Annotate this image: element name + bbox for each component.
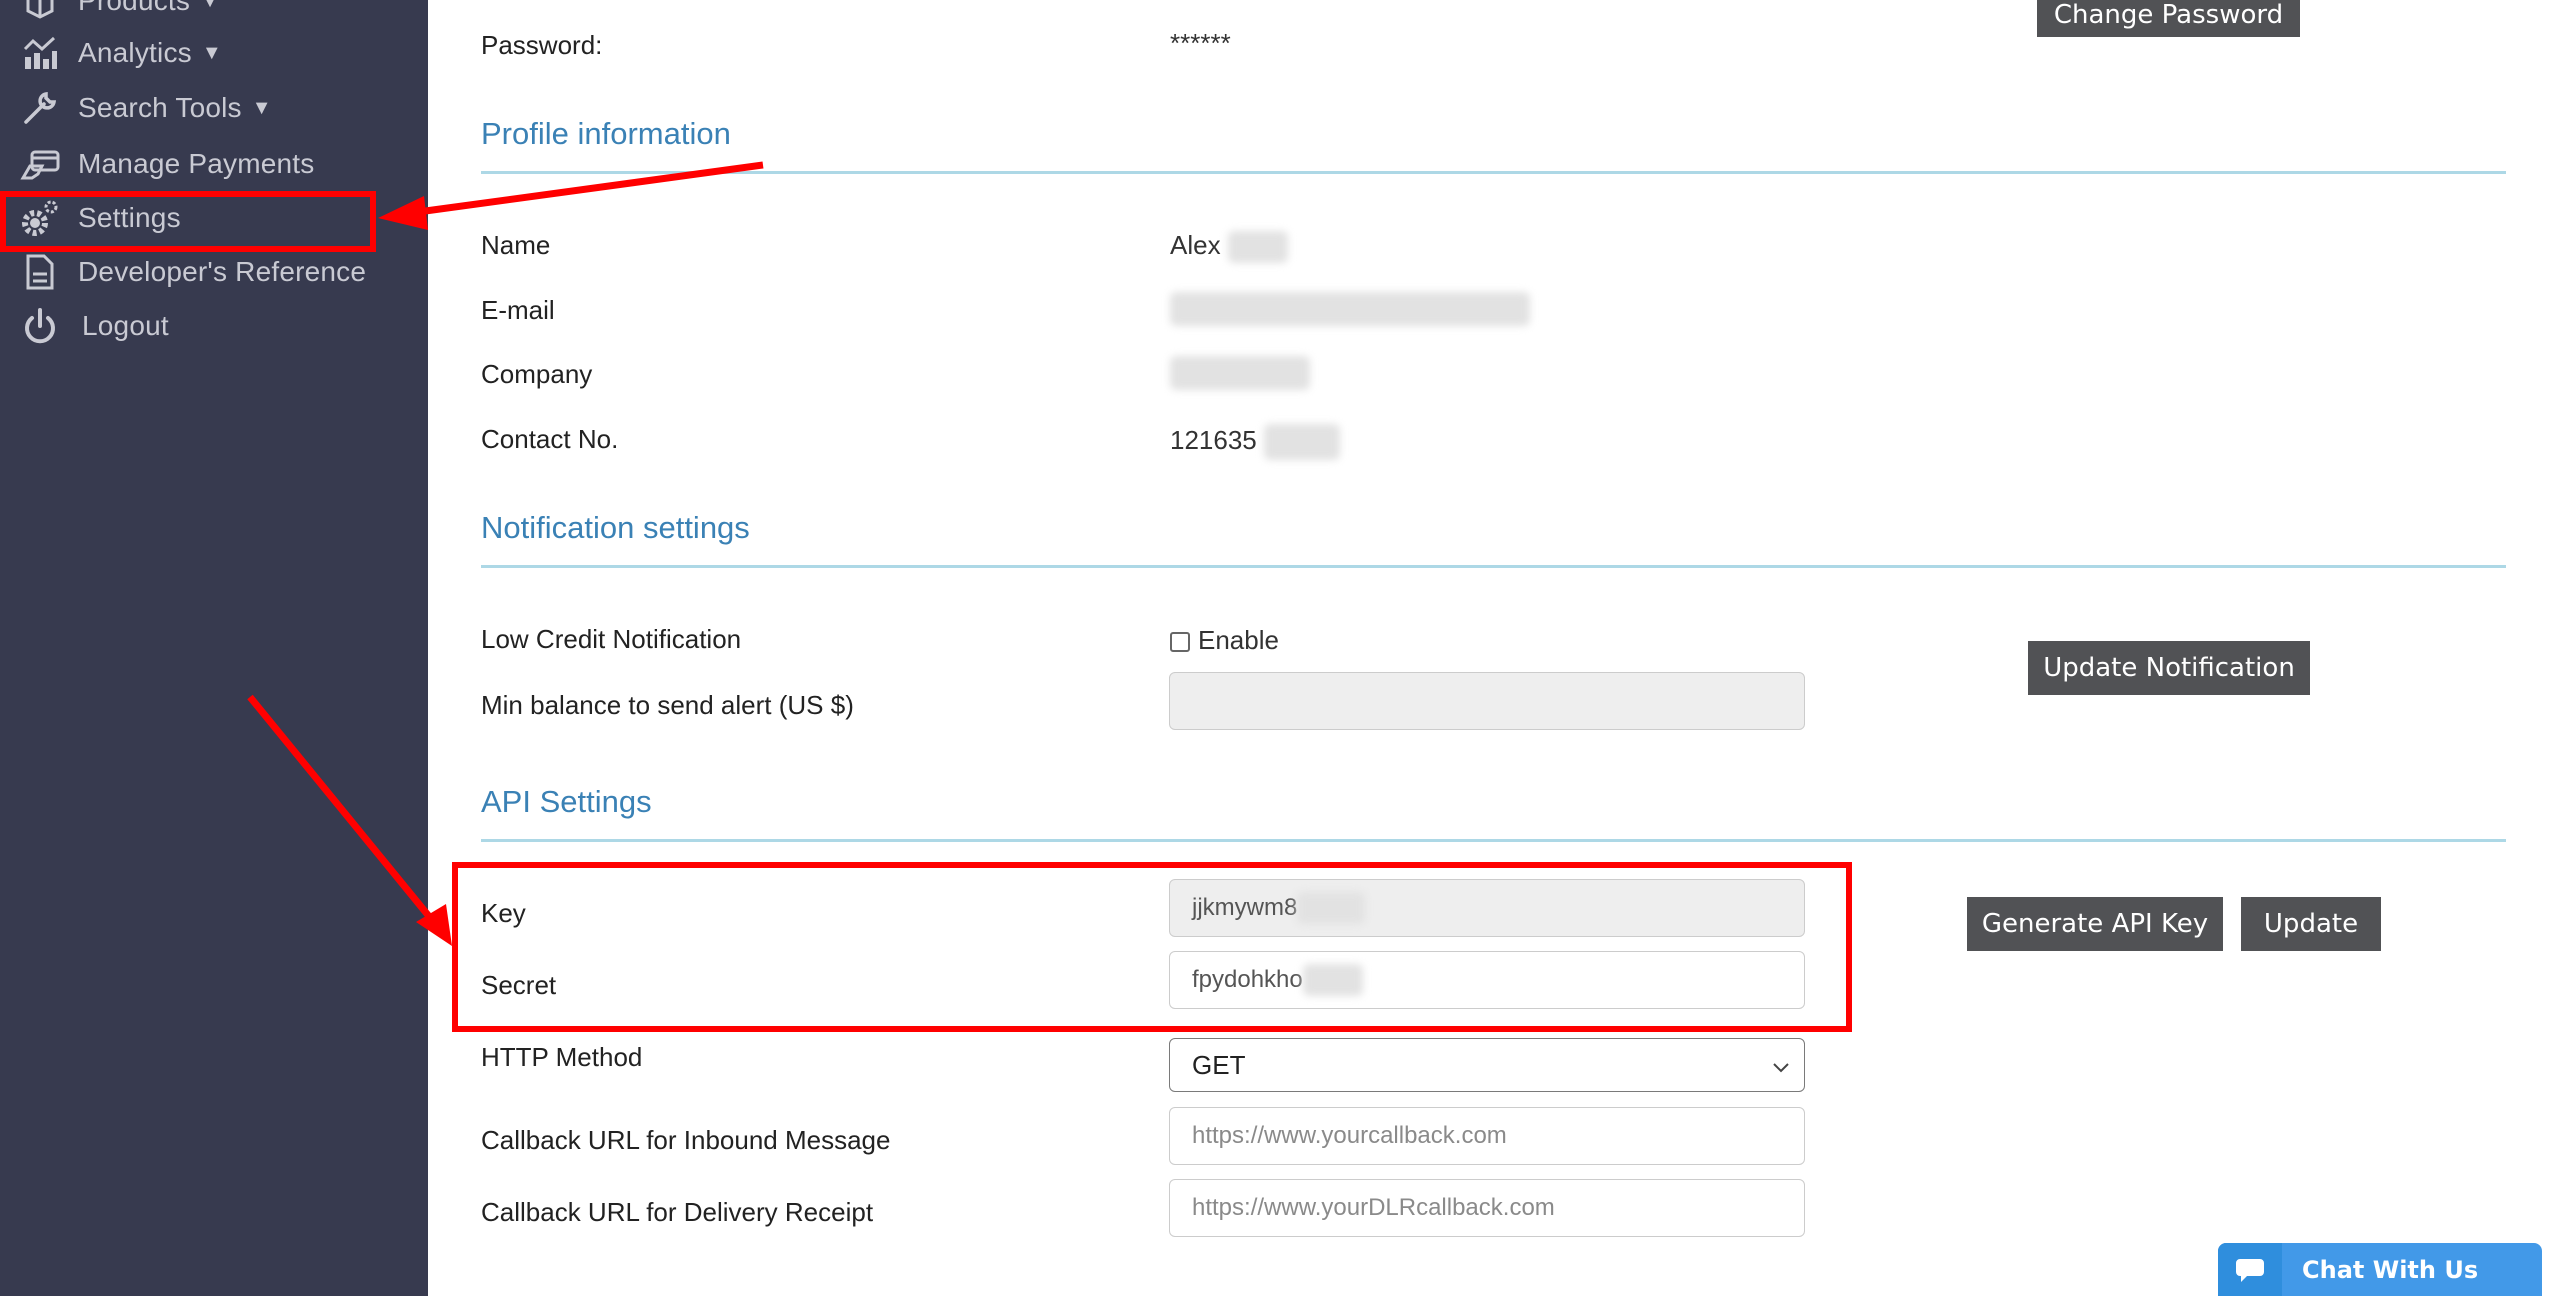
- api-secret-text: fpydohkho: [1192, 966, 1303, 993]
- contact-value: 121635: [1170, 424, 1340, 460]
- box-icon: [18, 0, 62, 23]
- caret-down-icon: ▼: [251, 96, 272, 119]
- sidebar-item-manage-payments[interactable]: Manage Payments: [0, 137, 428, 191]
- document-icon: [18, 250, 62, 294]
- contact-text: 121635: [1170, 424, 1257, 455]
- gears-icon: [18, 196, 62, 240]
- enable-checkbox-row[interactable]: Enable: [1170, 625, 1279, 656]
- change-password-button[interactable]: Change Password: [2037, 0, 2300, 37]
- chevron-down-icon: [1772, 1050, 1790, 1081]
- contact-label: Contact No.: [481, 424, 619, 454]
- sidebar-item-search-tools[interactable]: Search Tools ▼: [0, 81, 428, 135]
- caret-down-icon: ▼: [201, 41, 222, 64]
- sidebar-item-label: Analytics: [78, 37, 192, 68]
- password-value: ******: [1170, 28, 1231, 58]
- sidebar-item-logout[interactable]: Logout: [0, 299, 428, 353]
- payment-card-icon: [18, 142, 62, 186]
- inbound-callback-placeholder: https://www.yourcallback.com: [1192, 1122, 1507, 1149]
- section-divider: [481, 171, 2506, 174]
- http-method-label: HTTP Method: [481, 1042, 643, 1072]
- sidebar: Products ▼ Analytics ▼ Search Tools ▼ Ma…: [0, 0, 428, 1296]
- redacted-text: [1170, 356, 1310, 391]
- email-label: E-mail: [481, 295, 555, 325]
- sidebar-item-label: Logout: [82, 310, 169, 341]
- api-key-label: Key: [481, 898, 526, 928]
- chat-label: Chat With Us: [2302, 1255, 2479, 1284]
- inbound-callback-input[interactable]: https://www.yourcallback.com: [1169, 1107, 1805, 1165]
- section-divider: [481, 565, 2506, 568]
- min-balance-label: Min balance to send alert (US $): [481, 690, 854, 720]
- arrow-to-settings: [378, 161, 764, 230]
- sidebar-item-label: Search Tools: [78, 92, 242, 123]
- api-key-input[interactable]: jjkmywm8: [1169, 879, 1805, 937]
- company-label: Company: [481, 359, 593, 389]
- min-balance-input[interactable]: [1169, 672, 1805, 730]
- api-update-button[interactable]: Update: [2241, 897, 2381, 951]
- name-label: Name: [481, 230, 551, 260]
- dlr-callback-placeholder: https://www.yourDLRcallback.com: [1192, 1194, 1555, 1221]
- caret-down-icon: ▼: [200, 0, 220, 12]
- enable-label: Enable: [1198, 625, 1279, 655]
- chat-bubble-icon: [2218, 1243, 2282, 1296]
- sidebar-item-analytics[interactable]: Analytics ▼: [0, 26, 428, 80]
- dlr-callback-label: Callback URL for Delivery Receipt: [481, 1197, 874, 1227]
- http-method-select[interactable]: GET: [1169, 1038, 1805, 1092]
- email-value: [1170, 292, 1530, 327]
- redacted-text: [1170, 292, 1530, 327]
- redacted-text: [1227, 231, 1288, 264]
- sidebar-item-settings[interactable]: Settings: [0, 191, 428, 245]
- sidebar-item-label: Products: [78, 0, 191, 16]
- password-label: Password:: [481, 30, 603, 60]
- sidebar-item-label: Manage Payments: [78, 148, 315, 179]
- redacted-text: [1264, 424, 1340, 460]
- name-text: Alex: [1170, 230, 1221, 260]
- generate-api-key-button[interactable]: Generate API Key: [1967, 897, 2223, 951]
- inbound-callback-label: Callback URL for Inbound Message: [481, 1125, 891, 1155]
- chat-with-us-button[interactable]: Chat With Us: [2218, 1243, 2542, 1296]
- dlr-callback-input[interactable]: https://www.yourDLRcallback.com: [1169, 1179, 1805, 1237]
- power-icon: [18, 304, 62, 348]
- analytics-chart-icon: [18, 31, 62, 75]
- sidebar-item-developers-reference[interactable]: Developer's Reference: [0, 245, 428, 299]
- notification-section-title: Notification settings: [481, 510, 750, 545]
- redacted-text: [1297, 892, 1366, 924]
- http-method-value: GET: [1192, 1049, 1246, 1080]
- sidebar-item-label: Developer's Reference: [78, 256, 367, 287]
- low-credit-label: Low Credit Notification: [481, 624, 742, 654]
- api-secret-label: Secret: [481, 970, 557, 1000]
- enable-checkbox[interactable]: [1170, 632, 1190, 653]
- profile-section-title: Profile information: [481, 116, 731, 151]
- update-notification-button[interactable]: Update Notification: [2028, 641, 2310, 695]
- section-divider: [481, 839, 2506, 842]
- search-tools-icon: [18, 86, 62, 130]
- sidebar-item-label: Settings: [78, 202, 181, 233]
- sidebar-item-products[interactable]: Products ▼: [0, 0, 428, 28]
- api-secret-input[interactable]: fpydohkho: [1169, 951, 1805, 1009]
- redacted-text: [1302, 964, 1363, 996]
- company-value: [1170, 356, 1310, 391]
- name-value: Alex: [1170, 230, 1288, 264]
- api-key-text: jjkmywm8: [1192, 894, 1298, 921]
- api-section-title: API Settings: [481, 784, 652, 819]
